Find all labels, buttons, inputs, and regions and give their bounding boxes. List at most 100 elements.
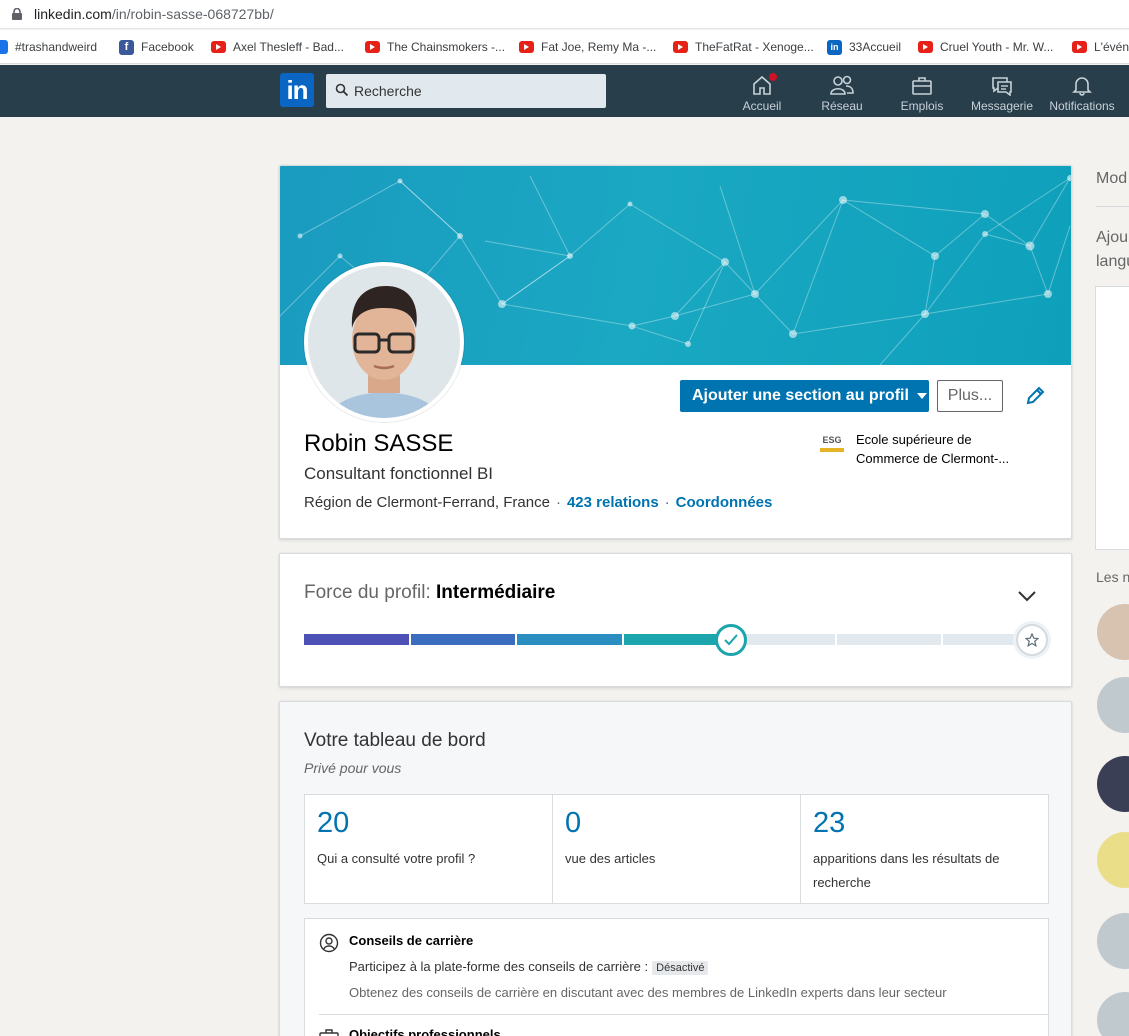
bookmark-item[interactable]: #trashandweird	[0, 38, 97, 56]
url-text: linkedin.com/in/robin-sasse-068727bb/	[34, 6, 274, 22]
bookmark-item[interactable]: TheFatRat - Xenoge...	[673, 38, 814, 56]
rail-edit-profile-link[interactable]: Mod	[1096, 170, 1127, 188]
nav-item-messaging[interactable]: Messagerie	[962, 71, 1042, 115]
bookmark-item[interactable]: f Facebook	[119, 38, 194, 56]
bookmarks-bar: #trashandweird f Facebook Axel Thesleff -…	[0, 30, 1129, 64]
youtube-icon	[211, 41, 226, 53]
nav-item-home[interactable]: Accueil	[722, 71, 802, 115]
avatar[interactable]	[1097, 992, 1129, 1036]
nav-label: Accueil	[742, 99, 782, 113]
stat-caption: apparitions dans les résultats de recher…	[813, 851, 1000, 890]
divider	[1096, 206, 1129, 207]
avatar[interactable]	[304, 262, 464, 422]
bookmark-item[interactable]: in 33Accueil	[827, 38, 901, 56]
bookmark-item[interactable]: The Chainsmokers -...	[365, 38, 505, 56]
network-icon	[830, 75, 854, 95]
career-advice-title: Conseils de carrière	[349, 933, 474, 948]
stat-search-appearances[interactable]: 23 apparitions dans les résultats de rec…	[801, 795, 1049, 903]
profile-strength-card: Force du profil: Intermédiaire	[279, 553, 1072, 687]
dashboard-title: Votre tableau de bord	[304, 730, 486, 751]
add-section-label: Ajouter une section au profil	[692, 387, 909, 404]
nav-label: Notifications	[1049, 99, 1115, 113]
bookmark-item[interactable]: Axel Thesleff - Bad...	[211, 38, 344, 56]
search-box[interactable]	[326, 74, 606, 108]
avatar-portrait	[308, 266, 460, 418]
notification-badge	[767, 71, 779, 83]
messaging-icon	[992, 77, 1012, 96]
bookmark-item[interactable]: Fat Joe, Remy Ma -...	[519, 38, 656, 56]
rail-add-language-link[interactable]: Ajoulangu	[1096, 226, 1129, 274]
stat-caption: Qui a consulté votre profil ?	[317, 851, 476, 866]
profile-name: Robin SASSE	[304, 430, 454, 457]
contact-info-link[interactable]: Coordonnées	[676, 494, 773, 511]
rail-ad-box	[1095, 286, 1129, 550]
youtube-icon	[365, 41, 380, 53]
career-advice-panel[interactable]: Conseils de carrière Participez à la pla…	[304, 918, 1049, 1036]
nav-item-network[interactable]: Réseau	[802, 71, 882, 115]
profile-headline: Consultant fonctionnel BI	[304, 464, 494, 483]
profile-meta: Région de Clermont-Ferrand, France · 423 r…	[304, 494, 773, 511]
star-icon	[1016, 624, 1048, 656]
avatar[interactable]	[1097, 913, 1129, 969]
avatar[interactable]	[1097, 756, 1129, 812]
dashboard-card: Votre tableau de bord Privé pour vous 20…	[279, 701, 1072, 1036]
add-profile-section-button[interactable]: Ajouter une section au profil	[680, 380, 929, 412]
bookmark-item[interactable]: L'évén	[1072, 38, 1129, 56]
nav-label: Messagerie	[970, 99, 1034, 113]
stat-value: 20	[317, 807, 350, 839]
divider	[319, 1014, 1049, 1015]
connections-link[interactable]: 423 relations	[567, 494, 659, 511]
top-nav: in Accueil Réseau Emplois Messagerie Not…	[0, 65, 1129, 117]
strength-segment	[304, 634, 409, 645]
school-logo: ESG	[820, 434, 844, 458]
youtube-icon	[918, 41, 933, 53]
profile-card: Ajouter une section au profil Plus... Ro…	[279, 165, 1072, 539]
career-advice-icon	[319, 933, 339, 953]
search-input[interactable]	[354, 74, 599, 108]
profile-location: Région de Clermont-Ferrand, France	[304, 494, 550, 511]
youtube-icon	[1072, 41, 1087, 53]
nav-item-jobs[interactable]: Emplois	[882, 71, 962, 115]
bell-icon	[1072, 77, 1092, 96]
career-advice-description: Obtenez des conseils de carrière en disc…	[349, 985, 947, 1000]
youtube-icon	[519, 41, 534, 53]
address-bar[interactable]: linkedin.com/in/robin-sasse-068727bb/	[0, 0, 1129, 29]
nav-label: Emplois	[900, 99, 944, 113]
more-button[interactable]: Plus...	[937, 380, 1003, 412]
strength-segment	[517, 634, 622, 645]
nav-item-notifications[interactable]: Notifications	[1042, 71, 1122, 115]
chevron-down-icon[interactable]	[1017, 590, 1037, 602]
status-badge: Désactivé	[652, 961, 709, 975]
pencil-icon[interactable]	[1024, 385, 1046, 407]
strength-segment	[836, 634, 942, 645]
briefcase-icon	[319, 1029, 339, 1036]
search-icon	[335, 83, 349, 97]
stat-value: 0	[565, 807, 582, 839]
rail-people-heading: Les n	[1096, 569, 1129, 585]
stat-profile-views[interactable]: 20 Qui a consulté votre profil ?	[305, 795, 553, 903]
avatar[interactable]	[1097, 677, 1129, 733]
career-goals-title[interactable]: Objectifs professionnels	[349, 1027, 501, 1036]
stat-caption: vue des articles	[565, 851, 656, 866]
lock-icon	[12, 8, 22, 20]
bookmark-item[interactable]: Cruel Youth - Mr. W...	[918, 38, 1053, 56]
strength-segment	[410, 634, 516, 645]
stat-value: 23	[813, 807, 846, 839]
avatar[interactable]	[1097, 604, 1129, 660]
youtube-icon	[673, 41, 688, 53]
profile-strength-level: Intermédiaire	[436, 582, 556, 603]
facebook-icon: f	[119, 39, 134, 55]
linkedin-logo[interactable]: in	[280, 73, 314, 107]
avatar[interactable]	[1097, 832, 1129, 888]
nav-label: Réseau	[821, 99, 863, 113]
dashboard-subtitle: Privé pour vous	[304, 760, 402, 776]
stat-article-views[interactable]: 0 vue des articles	[553, 795, 801, 903]
briefcase-icon	[912, 77, 932, 95]
calendar-icon	[0, 40, 8, 54]
strength-segment	[623, 634, 729, 645]
profile-strength-label: Force du profil: Intermédiaire	[304, 582, 556, 603]
school-name: Ecole supérieure de Commerce de Clermont…	[856, 432, 1010, 466]
caret-down-icon	[916, 393, 927, 399]
dashboard-stats: 20 Qui a consulté votre profil ? 0 vue d…	[304, 794, 1049, 904]
career-advice-line: Participez à la plate-forme des conseils…	[349, 959, 709, 975]
